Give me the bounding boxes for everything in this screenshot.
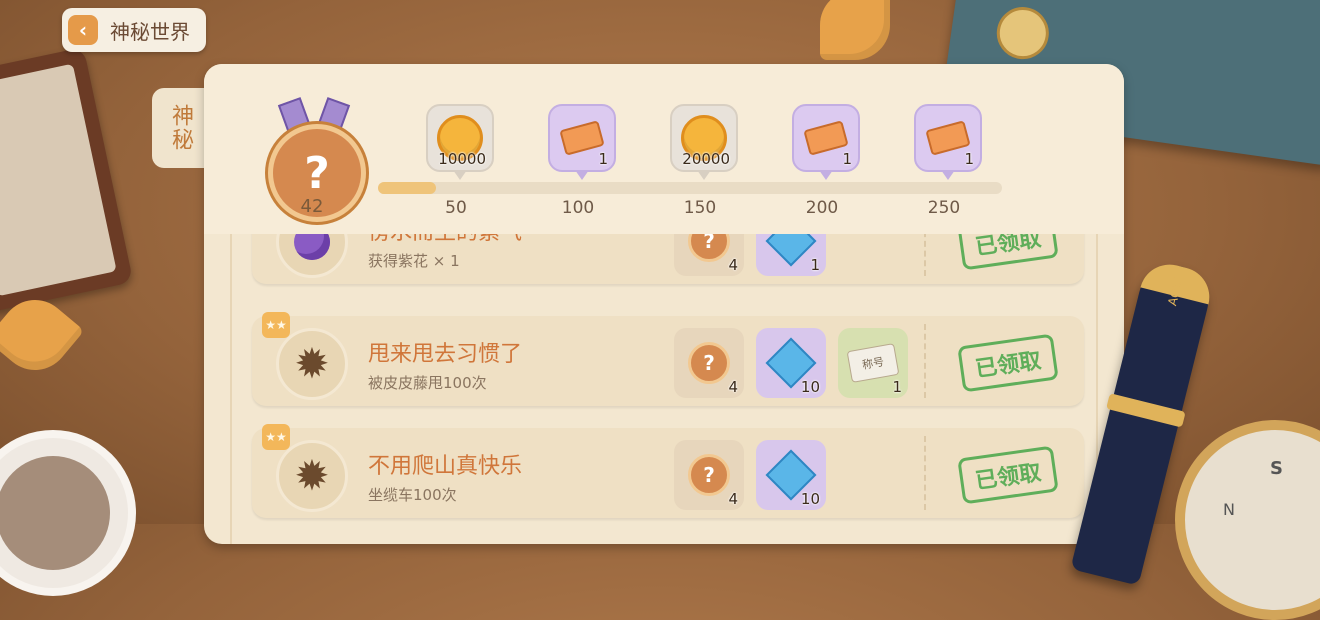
maple-leaf-icon	[820, 0, 890, 60]
reward-amount: 1	[810, 256, 820, 274]
claimed-stamp: 已领取	[957, 333, 1059, 393]
task-subtitle: 获得紫花 × 1	[368, 252, 460, 270]
title-card-icon: 称号	[846, 343, 900, 383]
reward-amount: 10	[800, 490, 820, 508]
milestone-reward-1[interactable]: 10000	[426, 104, 494, 180]
milestone-amount: 10000	[438, 150, 486, 168]
task-icon: ✹	[276, 440, 348, 512]
radio-knob-icon	[993, 3, 1053, 63]
medal-count: 42	[300, 196, 324, 217]
milestone-threshold: 100	[561, 198, 595, 218]
task-title: 甩来甩去习惯了	[368, 342, 523, 367]
task-subtitle: 被皮皮藤甩100次	[368, 374, 487, 392]
reward-gem[interactable]: 10	[756, 440, 826, 510]
compass-s-label: S	[1270, 458, 1283, 479]
star-badge: ★★	[262, 424, 290, 450]
reward-medal[interactable]: ? 4	[674, 440, 744, 510]
milestone-threshold: 50	[445, 198, 467, 218]
milestone-reward-4[interactable]: 1	[792, 104, 860, 180]
task-subtitle: 坐缆车100次	[368, 486, 457, 504]
progress-bar	[378, 182, 1002, 194]
task-icon: ✹	[276, 328, 348, 400]
milestone-amount: 20000	[682, 150, 730, 168]
reward-amount: 1	[892, 378, 902, 396]
task-title: 不用爬山真快乐	[368, 454, 523, 479]
milestone-reward-2[interactable]: 1	[548, 104, 616, 180]
milestone-amount: 1	[964, 150, 974, 168]
sun-emblem-icon: ✹	[294, 451, 330, 500]
photo-frame	[0, 47, 134, 313]
chevron-left-icon: ‹	[68, 15, 98, 45]
progress-header: ? 42 10000 1 20000 1 1 50 100 150 200 25…	[204, 64, 1124, 234]
milestone-reward-3[interactable]: 20000	[670, 104, 738, 180]
reward-amount: 10	[800, 378, 820, 396]
tab-mystery[interactable]: 神秘	[152, 88, 208, 168]
milestone-reward-5[interactable]: 1	[914, 104, 982, 180]
star-badge: ★★	[262, 312, 290, 338]
mystery-medal[interactable]: ? 42	[264, 97, 366, 230]
progress-bar-fill	[378, 182, 436, 194]
milestone-threshold: 250	[927, 198, 961, 218]
reward-medal[interactable]: ? 4	[674, 328, 744, 398]
reward-amount: 4	[728, 256, 738, 274]
compass: S N	[1175, 420, 1320, 620]
mystery-medal-icon: ?	[688, 454, 730, 496]
sun-emblem-icon: ✹	[294, 339, 330, 388]
task-row: ★★ ✹ 不用爬山真快乐 坐缆车100次 ? 4 10 已领取	[252, 424, 1084, 518]
reward-amount: 4	[728, 378, 738, 396]
mystery-medal-icon: ?	[688, 342, 730, 384]
reward-gem[interactable]: 10	[756, 328, 826, 398]
milestone-threshold: 150	[683, 198, 717, 218]
milestone-amount: 1	[842, 150, 852, 168]
achievement-panel: 傍水而生的紫气 获得紫花 × 1 ? 4 1 已领取 ★★ ✹ 甩来甩去习惯了 …	[204, 64, 1124, 544]
compass-n-label: N	[1223, 500, 1235, 519]
reward-title-card[interactable]: 称号 1	[838, 328, 908, 398]
claimed-stamp: 已领取	[957, 445, 1059, 505]
back-button[interactable]: ‹ 神秘世界	[62, 8, 206, 52]
milestone-threshold: 200	[805, 198, 839, 218]
milestone-amount: 1	[598, 150, 608, 168]
back-button-label: 神秘世界	[110, 19, 190, 44]
coffee-cup	[0, 430, 136, 596]
reward-amount: 4	[728, 490, 738, 508]
tab-mystery-label: 神秘	[168, 104, 193, 152]
task-row: ★★ ✹ 甩来甩去习惯了 被皮皮藤甩100次 ? 4 10 称号 1 已领取	[252, 312, 1084, 406]
